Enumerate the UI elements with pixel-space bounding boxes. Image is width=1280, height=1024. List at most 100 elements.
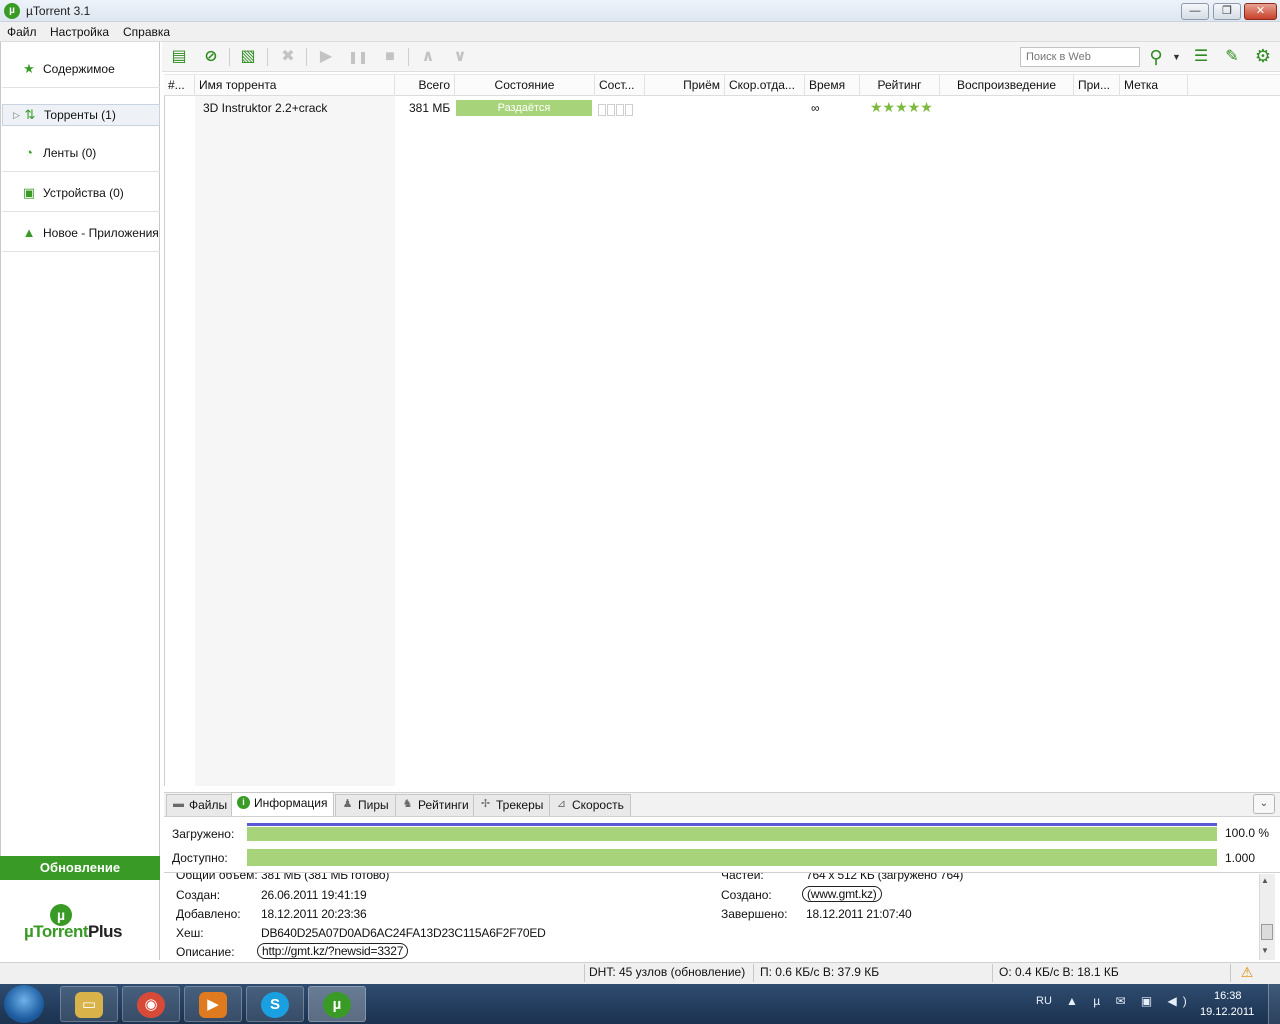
- tab-peers[interactable]: ♟ Пиры: [335, 794, 396, 816]
- warning-icon[interactable]: ⚠: [1240, 965, 1254, 979]
- col-label[interactable]: Метка: [1120, 75, 1188, 96]
- system-tray-icons[interactable]: ▲ µ ✉ ▣ ◀): [1066, 994, 1193, 1008]
- menu-help[interactable]: Справка: [123, 25, 170, 39]
- tab-label: Информация: [254, 796, 328, 810]
- col-number[interactable]: #...: [164, 75, 195, 96]
- clock-time[interactable]: 16:38: [1214, 990, 1242, 1002]
- search-dropdown-icon[interactable]: ▼: [1172, 52, 1181, 62]
- taskbar-utorrent[interactable]: µ: [308, 986, 366, 1022]
- scroll-down-icon[interactable]: ▼: [1261, 946, 1269, 955]
- clock-date[interactable]: 19.12.2011: [1200, 1006, 1254, 1018]
- total-size-label: Общий объем:: [176, 873, 258, 882]
- apps-icon: ▲: [22, 225, 36, 240]
- tab-label: Трекеры: [496, 798, 544, 812]
- scroll-up-icon[interactable]: ▲: [1261, 876, 1269, 885]
- sidebar-item-torrents[interactable]: ▷ ⇅ Торренты (1): [2, 104, 160, 126]
- maximize-button[interactable]: ❐: [1213, 3, 1241, 20]
- downloaded-value: 100.0 %: [1225, 826, 1270, 840]
- col-availability[interactable]: Сост...: [595, 75, 645, 96]
- torrent-list-header: #... Имя торрента Всего Состояние Сост..…: [164, 74, 1280, 96]
- tab-ratings[interactable]: ♞ Рейтинги: [395, 794, 476, 816]
- collapse-panel-button[interactable]: ⌄: [1253, 794, 1275, 814]
- tab-trackers[interactable]: ✢ Трекеры: [473, 794, 551, 816]
- show-desktop-button[interactable]: [1268, 984, 1280, 1024]
- added-value: 18.12.2011 20:23:36: [261, 907, 367, 921]
- remove-icon[interactable]: ✖: [277, 46, 299, 68]
- menu-settings[interactable]: Настройка: [50, 25, 109, 39]
- col-download-speed[interactable]: Приём: [645, 75, 725, 96]
- move-up-icon[interactable]: ∧: [417, 46, 439, 68]
- sidebar-item-apps[interactable]: ▲ Новое - Приложения: [2, 214, 160, 252]
- created-by-label: Создано:: [721, 888, 772, 902]
- availability-indicator: [598, 102, 640, 118]
- tab-files[interactable]: ▬ Файлы: [166, 794, 235, 816]
- sidebar-item-label: Содержимое: [43, 62, 115, 76]
- col-rating[interactable]: Рейтинг: [860, 75, 940, 96]
- rating-stars[interactable]: ★★★★★: [870, 99, 933, 116]
- taskbar-media-player[interactable]: ▶: [184, 986, 242, 1022]
- close-button[interactable]: ✕: [1244, 3, 1277, 20]
- taskbar-skype[interactable]: S: [246, 986, 304, 1022]
- skype-icon: S: [261, 992, 289, 1018]
- sidebar: ★ Содержимое ▷ ⇅ Торренты (1) ◔ Ленты (0…: [0, 42, 160, 856]
- menu-bar: [0, 22, 1280, 42]
- comment-link[interactable]: http://gmt.kz/?newsid=3327: [257, 943, 409, 959]
- upload-status[interactable]: О: 0.4 КБ/с В: 18.1 КБ: [999, 965, 1119, 979]
- add-url-icon[interactable]: ⊘: [200, 46, 222, 68]
- tab-information[interactable]: i Информация: [231, 792, 335, 816]
- tab-label: Пиры: [358, 798, 389, 812]
- pieces-value: 764 x 512 КБ (загружено 764): [806, 873, 964, 882]
- download-status[interactable]: П: 0.6 КБ/с В: 37.9 КБ: [760, 965, 879, 979]
- col-added[interactable]: При...: [1074, 75, 1120, 96]
- settings-icon[interactable]: ⚙: [1252, 45, 1274, 67]
- taskbar-explorer[interactable]: ▭: [60, 986, 118, 1022]
- sidebar-item-feeds[interactable]: ◔ Ленты (0): [2, 134, 160, 172]
- expand-arrow-icon[interactable]: ▷: [13, 110, 20, 121]
- web-search-input[interactable]: [1020, 47, 1140, 67]
- pause-icon[interactable]: ❚❚: [347, 46, 369, 68]
- col-playback[interactable]: Воспроизведение: [940, 75, 1074, 96]
- sidebar-item-content[interactable]: ★ Содержимое: [2, 50, 160, 88]
- speed-icon: ⊿: [556, 798, 567, 810]
- col-status[interactable]: Состояние: [455, 75, 595, 96]
- peers-icon: ♟: [342, 798, 353, 810]
- dht-status[interactable]: DHT: 45 узлов (обновление): [589, 965, 745, 979]
- language-indicator[interactable]: RU: [1036, 995, 1052, 1007]
- menu-file[interactable]: Файл: [7, 25, 37, 39]
- hash-value[interactable]: DB640D25A07D0AD6AC24FA13D23C115A6F2F70ED: [261, 926, 546, 940]
- downloaded-label: Загружено:: [172, 827, 235, 841]
- completed-label: Завершено:: [721, 907, 788, 921]
- tab-label: Скорость: [572, 798, 624, 812]
- sidebar-item-devices[interactable]: ▣ Устройства (0): [2, 174, 160, 212]
- sidebar-item-label: Новое - Приложения: [43, 226, 159, 240]
- col-name[interactable]: Имя торрента: [195, 75, 395, 96]
- sidebar-item-label: Ленты (0): [43, 146, 97, 160]
- move-down-icon[interactable]: ∨: [449, 46, 471, 68]
- scroll-thumb[interactable]: [1261, 924, 1273, 940]
- pieces-label: Частей:: [721, 873, 764, 882]
- tab-speed[interactable]: ⊿ Скорость: [549, 794, 631, 816]
- utorrent-taskbar-icon: µ: [323, 992, 351, 1018]
- start-button[interactable]: [4, 985, 44, 1023]
- list-view-icon[interactable]: ☰: [1190, 46, 1212, 68]
- available-progress-bar: [247, 849, 1217, 866]
- utorrent-plus-ad[interactable]: µ µTorrentPlus: [0, 880, 160, 960]
- minimize-button[interactable]: —: [1181, 3, 1209, 20]
- start-icon[interactable]: ▶: [315, 46, 337, 68]
- col-eta[interactable]: Время: [805, 75, 860, 96]
- media-player-icon: ▶: [199, 992, 227, 1018]
- stop-icon[interactable]: ■: [379, 46, 401, 68]
- available-value: 1.000: [1225, 851, 1256, 865]
- utorrent-app-icon[interactable]: µ: [4, 3, 20, 19]
- add-torrent-icon[interactable]: ▤: [168, 46, 190, 68]
- torrent-name[interactable]: 3D Instruktor 2.2+crack: [203, 101, 327, 115]
- col-size[interactable]: Всего: [395, 75, 455, 96]
- taskbar-chrome[interactable]: ◉: [122, 986, 180, 1022]
- search-icon[interactable]: ⚲: [1145, 46, 1167, 68]
- completed-value: 18.12.2011 21:07:40: [806, 907, 912, 921]
- update-banner[interactable]: Обновление: [0, 856, 160, 880]
- title-bar: [0, 0, 1280, 22]
- remote-icon[interactable]: ✎: [1221, 46, 1243, 68]
- col-upload-speed[interactable]: Скор.отда...: [725, 75, 805, 96]
- create-torrent-icon[interactable]: ▧: [237, 46, 259, 68]
